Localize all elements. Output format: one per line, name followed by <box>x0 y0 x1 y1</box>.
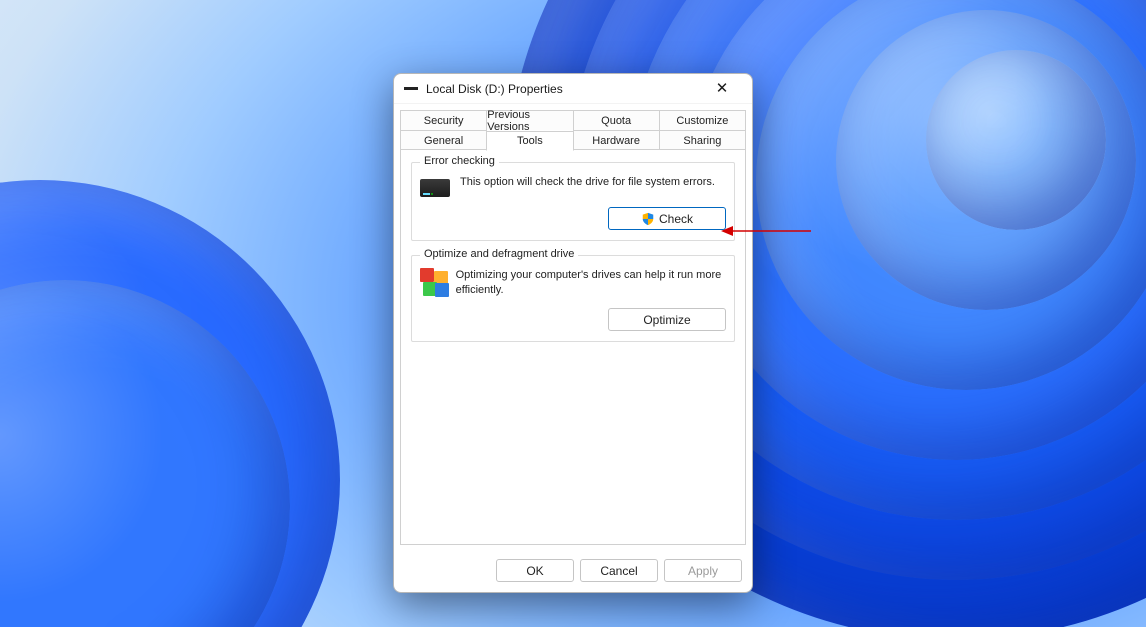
tab-panel-tools: Error checking This option will check th… <box>400 149 746 545</box>
dialog-footer: OK Cancel Apply <box>394 551 752 592</box>
tab-strip: Security Previous Versions Quota Customi… <box>394 104 752 150</box>
group-error-checking: Error checking This option will check th… <box>411 162 735 241</box>
tab-customize[interactable]: Customize <box>659 110 746 130</box>
error-checking-description: This option will check the drive for fil… <box>460 175 715 190</box>
tab-row-2: General Tools Hardware Sharing <box>400 130 746 150</box>
tab-general[interactable]: General <box>400 130 487 150</box>
window-title: Local Disk (D:) Properties <box>426 82 700 96</box>
defrag-icon <box>420 268 446 298</box>
check-button[interactable]: Check <box>608 207 726 230</box>
drive-icon <box>420 179 450 197</box>
group-optimize: Optimize and defragment drive Optimizing… <box>411 255 735 342</box>
titlebar[interactable]: Local Disk (D:) Properties ✕ <box>394 74 752 104</box>
optimize-button-label: Optimize <box>643 313 690 327</box>
tab-hardware[interactable]: Hardware <box>573 130 660 150</box>
close-button[interactable]: ✕ <box>700 75 744 103</box>
check-button-label: Check <box>659 212 693 226</box>
close-icon: ✕ <box>716 81 729 96</box>
tab-sharing[interactable]: Sharing <box>659 130 746 150</box>
tab-previous-versions[interactable]: Previous Versions <box>486 110 573 130</box>
tab-security[interactable]: Security <box>400 110 487 130</box>
annotation-arrow <box>721 225 811 237</box>
cancel-button[interactable]: Cancel <box>580 559 658 582</box>
tab-quota[interactable]: Quota <box>573 110 660 130</box>
tab-row-1: Security Previous Versions Quota Customi… <box>400 110 746 130</box>
group-legend: Optimize and defragment drive <box>420 248 578 260</box>
optimize-description: Optimizing your computer's drives can he… <box>456 268 726 298</box>
tab-tools[interactable]: Tools <box>486 131 573 151</box>
ok-button[interactable]: OK <box>496 559 574 582</box>
uac-shield-icon <box>641 212 655 226</box>
system-icon <box>404 87 418 90</box>
apply-button[interactable]: Apply <box>664 559 742 582</box>
properties-dialog: Local Disk (D:) Properties ✕ Security Pr… <box>393 73 753 593</box>
group-legend: Error checking <box>420 155 499 167</box>
optimize-button[interactable]: Optimize <box>608 308 726 331</box>
